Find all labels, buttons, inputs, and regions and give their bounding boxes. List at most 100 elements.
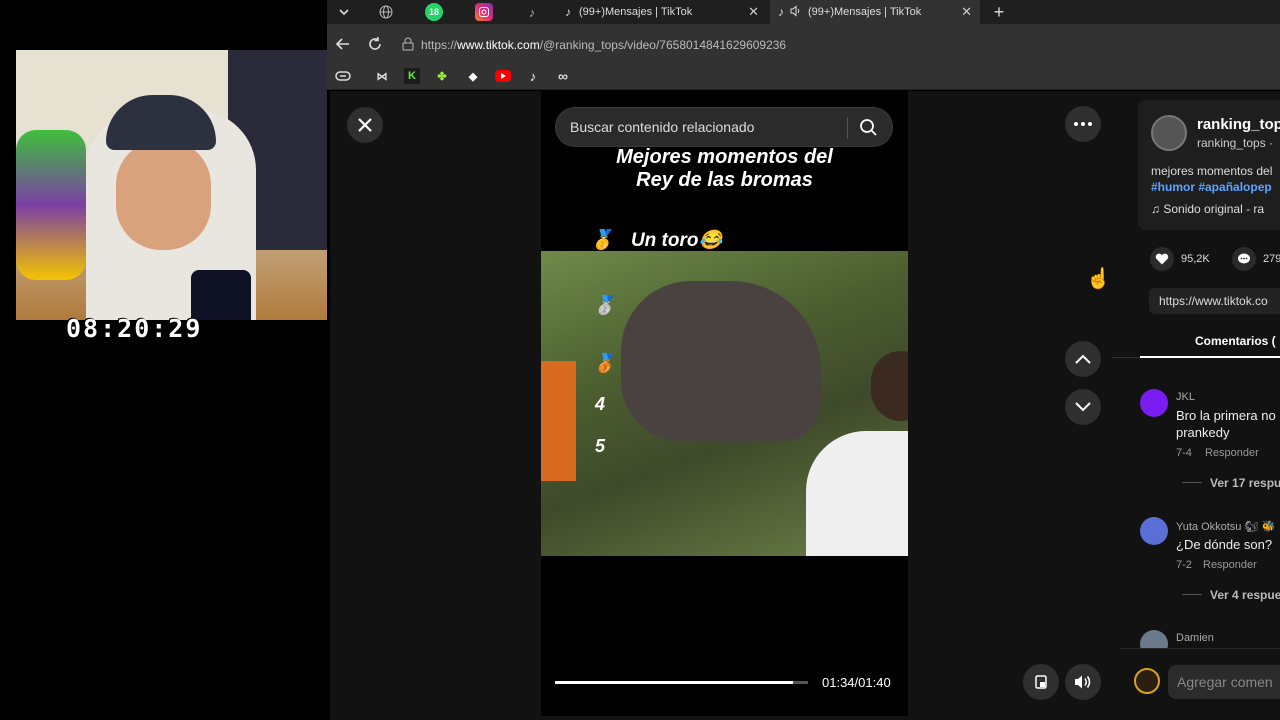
speaker-tab-icon[interactable] [790, 4, 802, 20]
comment-reply-button[interactable]: Responder [1203, 559, 1280, 571]
ellipsis-icon [1074, 122, 1092, 126]
search-input[interactable]: Buscar contenido relacionado [570, 119, 754, 135]
like-count: 95,2K [1181, 253, 1210, 265]
floating-player-button[interactable] [1023, 664, 1059, 700]
comment-user[interactable]: Damien [1176, 632, 1214, 644]
silver-medal-icon: 🥈 [593, 295, 616, 315]
site-info-icon[interactable] [401, 37, 415, 56]
video-title-line2: Rey de las bromas [636, 169, 813, 191]
comment-user[interactable]: Yuta Okkotsu 🐿 🐝 [1176, 520, 1280, 533]
video-caption-title: Mejores momentos del Rey de las bromas [541, 146, 908, 192]
video-progress-fill [555, 681, 793, 684]
kick-icon[interactable]: K [404, 68, 420, 84]
tab-tiktok-messages-2[interactable]: ♪ (99+)Mensajes | TikTok ✕ [770, 0, 980, 24]
comment-bubble-icon [1238, 253, 1250, 264]
tiktok-icon: ♪ [778, 5, 784, 19]
tab-list-chevron-icon[interactable] [335, 3, 353, 21]
address-toolbar: https://www.tiktok.com/@ranking_tops/vid… [327, 24, 1280, 64]
bookmark-link-icon[interactable] [335, 68, 351, 84]
replies-divider [1182, 482, 1202, 483]
webcam-overlay [16, 50, 327, 320]
author-handle[interactable]: ranking_tops · [1197, 136, 1280, 150]
replies-divider [1182, 594, 1202, 595]
more-options-button[interactable] [1065, 106, 1101, 142]
tab-title: (99+)Mensajes | TikTok [808, 6, 922, 18]
globe-icon[interactable] [377, 3, 395, 21]
video-person-shirt [806, 431, 908, 556]
next-video-button[interactable] [1065, 389, 1101, 425]
music-note-icon: ♫ [1151, 202, 1164, 216]
add-comment-input[interactable]: Agregar comen [1168, 665, 1280, 699]
author-username[interactable]: ranking_top [1197, 116, 1280, 133]
sound-link[interactable]: ♫ Sonido original - ra [1151, 202, 1280, 216]
whatsapp-tab-icon[interactable]: 18 [425, 3, 443, 21]
comment-text-continued: prankedy [1176, 425, 1230, 440]
comment-count: 279 [1263, 253, 1280, 265]
bookmark-infinity-icon[interactable]: ∞ [555, 68, 571, 84]
tiktok-icon: ♪ [565, 5, 571, 19]
search-icon[interactable] [859, 118, 878, 142]
previous-video-button[interactable] [1065, 341, 1101, 377]
view-replies-button[interactable]: Ver 17 respu [1210, 476, 1280, 490]
comment-avatar[interactable] [1140, 389, 1168, 417]
video-person-head [871, 351, 908, 421]
webcam-plush-toy [16, 130, 86, 280]
video-description: mejores momentos del [1151, 164, 1273, 178]
close-video-button[interactable] [347, 107, 383, 143]
comment-text: ¿De dónde son? [1176, 537, 1273, 552]
comment-avatar[interactable] [1140, 517, 1168, 545]
video-hashtags[interactable]: #humor #apañalopep [1151, 180, 1280, 194]
close-icon [358, 118, 372, 132]
rank-4-label: 4 [595, 394, 606, 414]
tiktok-bookmark-icon[interactable]: ♪ [525, 68, 541, 84]
chevron-down-icon [1075, 402, 1091, 412]
tab-active-underline [1140, 356, 1280, 358]
webcam-microphone [191, 270, 251, 320]
chevron-up-icon [1075, 354, 1091, 364]
speaker-icon [1075, 675, 1091, 689]
video-frame: 🥈 🥉 4 5 [541, 251, 908, 556]
related-search-bar[interactable]: Buscar contenido relacionado [555, 107, 893, 147]
webcam-face [116, 140, 211, 250]
search-divider [847, 117, 848, 139]
gold-medal-icon: 🥇 [590, 230, 614, 251]
bookmarks-bar: ⋈ K ✤ ◆ ♪ ∞ [327, 64, 1280, 90]
picture-in-picture-icon [1035, 675, 1047, 689]
laughing-emoji-icon: 😂 [698, 230, 723, 251]
new-tab-button[interactable]: + [987, 0, 1011, 24]
bronze-medal-icon: 🥉 [593, 353, 616, 373]
rank-1-label: 🥇 Un toro😂 [590, 228, 722, 252]
bookmark-bow-icon[interactable]: ⋈ [374, 68, 390, 84]
current-user-avatar[interactable] [1134, 668, 1160, 694]
video-link-field[interactable]: https://www.tiktok.co [1149, 288, 1280, 314]
tiktok-tab-icon[interactable]: ♪ [523, 3, 541, 21]
instagram-icon[interactable] [475, 3, 493, 21]
video-orange-figure [541, 361, 576, 481]
comment-user[interactable]: JKL [1176, 391, 1195, 403]
comment-date: 7-2 [1176, 559, 1192, 571]
like-button[interactable] [1150, 247, 1174, 271]
stream-timer: 08:20:29 [66, 314, 203, 343]
back-arrow-icon[interactable] [335, 36, 351, 57]
tab-comments[interactable]: Comentarios ( [1195, 334, 1280, 348]
close-tab-icon[interactable]: ✕ [961, 4, 972, 20]
volume-button[interactable] [1065, 664, 1101, 700]
youtube-icon[interactable] [495, 70, 511, 82]
sound-name: Sonido original - ra [1163, 202, 1265, 216]
comment-button[interactable] [1232, 247, 1256, 271]
view-replies-button[interactable]: Ver 4 respue [1210, 588, 1280, 602]
url-path: /@ranking_tops/video/7658014841629609236 [539, 38, 787, 52]
video-title-line1: Mejores momentos del [616, 146, 833, 168]
url-field[interactable]: https://www.tiktok.com/@ranking_tops/vid… [421, 38, 786, 52]
comment-reply-button[interactable]: Responder [1205, 447, 1280, 459]
url-host: www.tiktok.com [457, 38, 540, 52]
reload-icon[interactable] [367, 36, 383, 57]
close-tab-icon[interactable]: ✕ [748, 4, 759, 20]
bookmark-diamond-icon[interactable]: ◆ [465, 68, 481, 84]
author-avatar[interactable] [1151, 115, 1187, 151]
video-time: 01:34/01:40 [822, 675, 891, 690]
tab-tiktok-messages-1[interactable]: ♪ (99+)Mensajes | TikTok ✕ [557, 0, 767, 24]
rank-1-text: Un toro [630, 230, 699, 251]
video-rock [621, 281, 821, 441]
bookmark-clover-icon[interactable]: ✤ [434, 68, 450, 84]
